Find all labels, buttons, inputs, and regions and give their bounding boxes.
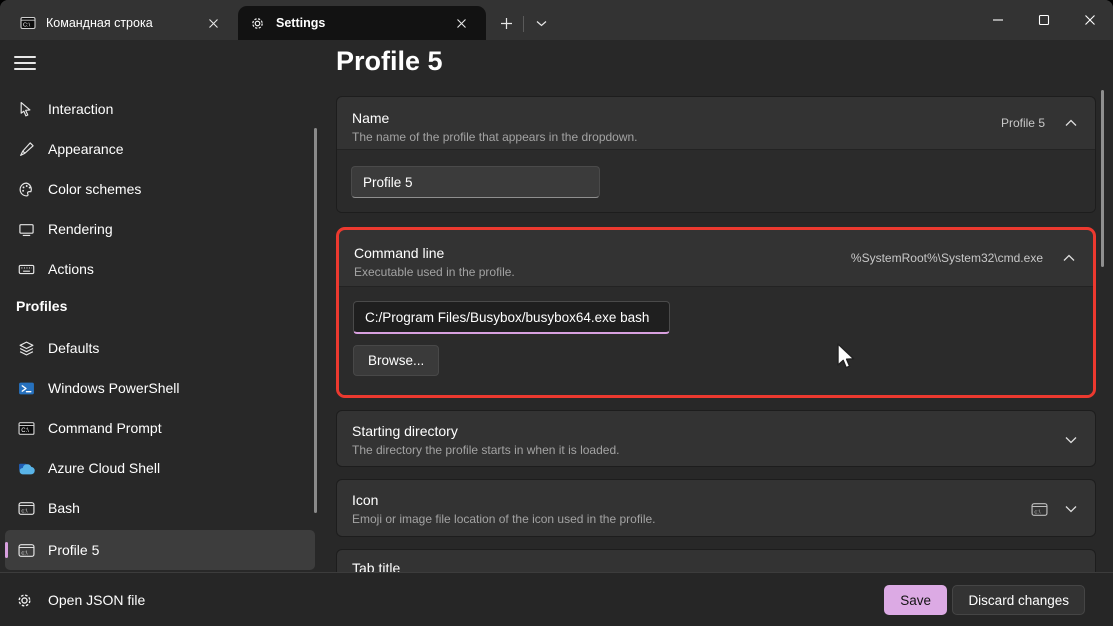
titlebar: C:\ Командная строка Settings xyxy=(0,0,1113,40)
tab-close-icon[interactable] xyxy=(448,11,474,35)
sidebar-item-interaction[interactable]: Interaction xyxy=(5,89,315,129)
palette-icon xyxy=(16,179,36,199)
monitor-icon xyxy=(16,219,36,239)
terminal-settings-window: C:\ Командная строка Settings xyxy=(0,0,1113,626)
sidebar-item-label: Azure Cloud Shell xyxy=(48,460,160,476)
main-scrollbar[interactable] xyxy=(1101,90,1104,267)
azure-cloud-icon xyxy=(16,458,36,478)
page-title: Profile 5 xyxy=(336,46,443,77)
section-title: Tab title xyxy=(352,559,1077,572)
layers-icon xyxy=(16,338,36,358)
tab-close-icon[interactable] xyxy=(200,11,226,35)
sidebar-item-bash[interactable]: c:\ Bash xyxy=(5,488,315,528)
tab-label: Settings xyxy=(276,16,440,30)
browse-button[interactable]: Browse... xyxy=(353,345,439,376)
sidebar-item-label: Command Prompt xyxy=(48,420,162,436)
command-line-expander-header[interactable]: Command line Executable used in the prof… xyxy=(339,230,1093,286)
svg-text:c:\: c:\ xyxy=(1034,509,1040,515)
sidebar-item-color-schemes[interactable]: Color schemes xyxy=(5,169,315,209)
sidebar-item-defaults[interactable]: Defaults xyxy=(5,328,315,368)
icon-expander-header[interactable]: Icon Emoji or image file location of the… xyxy=(337,480,1095,537)
discard-changes-button[interactable]: Discard changes xyxy=(952,585,1085,615)
section-description: The directory the profile starts in when… xyxy=(352,442,1065,458)
name-input[interactable] xyxy=(351,166,600,198)
settings-sidebar: Interaction Appearance Color schemes Ren… xyxy=(0,40,330,572)
selected-indicator xyxy=(5,542,8,558)
tab-title-expander-header[interactable]: Tab title xyxy=(337,550,1095,572)
minimize-button[interactable] xyxy=(975,0,1021,40)
chevron-down-icon[interactable] xyxy=(1065,436,1077,444)
svg-text:c:\: c:\ xyxy=(21,550,27,556)
starting-directory-section: Starting directory The directory the pro… xyxy=(336,410,1096,467)
open-json-file-label: Open JSON file xyxy=(48,592,145,608)
powershell-icon xyxy=(16,378,36,398)
settings-main-panel: Profile 5 Name The name of the profile t… xyxy=(330,40,1113,572)
section-title: Icon xyxy=(352,491,1031,510)
section-title: Command line xyxy=(354,244,851,263)
chevron-up-icon[interactable] xyxy=(1063,254,1075,262)
gear-icon xyxy=(250,15,266,31)
section-description: The name of the profile that appears in … xyxy=(352,129,1001,145)
close-button[interactable] xyxy=(1067,0,1113,40)
tab-command-prompt[interactable]: C:\ Командная строка xyxy=(8,6,238,40)
name-expander-header[interactable]: Name The name of the profile that appear… xyxy=(337,97,1095,149)
command-line-section-highlighted: Command line Executable used in the prof… xyxy=(336,227,1096,398)
starting-directory-expander-header[interactable]: Starting directory The directory the pro… xyxy=(337,411,1095,467)
sidebar-item-label: Actions xyxy=(48,261,94,277)
section-current-value: %SystemRoot%\System32\cmd.exe xyxy=(851,251,1043,265)
icon-section: Icon Emoji or image file location of the… xyxy=(336,479,1096,537)
sidebar-item-rendering[interactable]: Rendering xyxy=(5,209,315,249)
profiles-section-header: Profiles xyxy=(16,298,67,314)
sidebar-item-label: Defaults xyxy=(48,340,99,356)
sidebar-item-label: Interaction xyxy=(48,101,113,117)
sidebar-item-label: Profile 5 xyxy=(48,542,99,558)
section-description: Emoji or image file location of the icon… xyxy=(352,511,1031,527)
paintbrush-icon xyxy=(16,139,36,159)
svg-text:c:\: c:\ xyxy=(21,508,27,514)
keyboard-icon xyxy=(16,259,36,279)
chevron-up-icon[interactable] xyxy=(1065,119,1077,127)
sidebar-item-azure-cloud-shell[interactable]: Azure Cloud Shell xyxy=(5,448,315,488)
sidebar-item-actions[interactable]: Actions xyxy=(5,249,315,289)
new-tab-button[interactable] xyxy=(492,8,520,38)
svg-text:C:\: C:\ xyxy=(23,22,31,28)
sidebar-item-label: Windows PowerShell xyxy=(48,380,180,396)
tab-dropdown-button[interactable] xyxy=(527,8,555,38)
tabbar-divider xyxy=(523,16,524,32)
section-title: Name xyxy=(352,109,1001,128)
mouse-pointer-icon xyxy=(16,99,36,119)
profile-icon-preview: c:\ xyxy=(1031,500,1049,518)
cmd-window-icon: C:\ xyxy=(16,418,36,438)
svg-text:C:\: C:\ xyxy=(21,428,29,434)
maximize-button[interactable] xyxy=(1021,0,1067,40)
cmd-window-icon: C:\ xyxy=(20,15,36,31)
section-description: Executable used in the profile. xyxy=(354,264,851,280)
sidebar-item-command-prompt[interactable]: C:\ Command Prompt xyxy=(5,408,315,448)
tab-label: Командная строка xyxy=(46,16,192,30)
tab-settings[interactable]: Settings xyxy=(238,6,486,40)
app-body: Interaction Appearance Color schemes Ren… xyxy=(0,40,1113,572)
save-button[interactable]: Save xyxy=(884,585,947,615)
section-current-value: Profile 5 xyxy=(1001,116,1045,130)
sidebar-item-label: Rendering xyxy=(48,221,113,237)
sidebar-item-label: Appearance xyxy=(48,141,124,157)
sidebar-item-profile-5[interactable]: c:\ Profile 5 xyxy=(5,530,315,570)
command-line-input[interactable] xyxy=(353,301,670,334)
footer-bar: Open JSON file Save Discard changes xyxy=(0,572,1113,626)
menu-button[interactable] xyxy=(14,54,36,72)
sidebar-item-label: Color schemes xyxy=(48,181,141,197)
gear-icon xyxy=(16,591,34,609)
tab-title-section: Tab title xyxy=(336,549,1096,572)
chevron-down-icon[interactable] xyxy=(1065,505,1077,513)
open-json-file-button[interactable]: Open JSON file xyxy=(16,573,145,626)
sidebar-item-windows-powershell[interactable]: Windows PowerShell xyxy=(5,368,315,408)
name-section: Name The name of the profile that appear… xyxy=(336,96,1096,213)
terminal-window-icon: c:\ xyxy=(16,540,36,560)
sidebar-item-appearance[interactable]: Appearance xyxy=(5,129,315,169)
terminal-window-icon: c:\ xyxy=(16,498,36,518)
section-title: Starting directory xyxy=(352,422,1065,441)
sidebar-scrollbar[interactable] xyxy=(314,128,317,513)
sidebar-item-label: Bash xyxy=(48,500,80,516)
